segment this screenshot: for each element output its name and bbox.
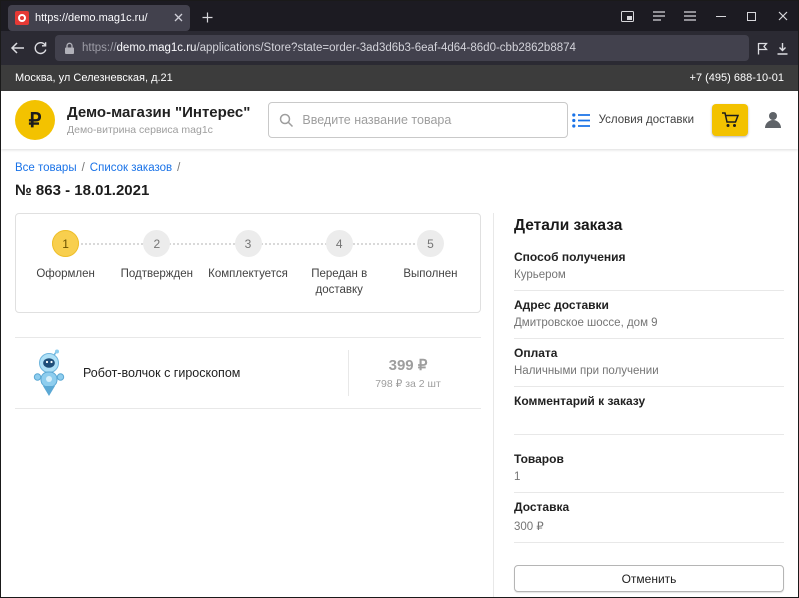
step-5-circle: 5 [416, 230, 444, 257]
delivery-terms-link[interactable]: Условия доставки [571, 112, 694, 128]
store-subtitle: Демо-витрина сервиса mag1c [67, 124, 213, 136]
back-button[interactable] [10, 41, 25, 55]
order-status-stepper: 1 Оформлен 2 Подтвержден 3 Комплектуется [20, 230, 476, 298]
detail-row-address: Адрес доставки Дмитровское шоссе, дом 9 [514, 291, 784, 339]
menu-icon[interactable] [674, 1, 705, 31]
bookmark-flag-icon[interactable] [757, 42, 768, 55]
new-tab-button[interactable] [194, 5, 220, 31]
close-button[interactable] [767, 1, 798, 31]
breadcrumb: Все товары / Список заказов / [15, 162, 181, 174]
order-status-card: 1 Оформлен 2 Подтвержден 3 Комплектуется [15, 213, 481, 314]
product-price-note: 798 ₽ за 2 шт [375, 378, 441, 391]
step-3-label: Комплектуется [208, 268, 288, 280]
step-5-label: Выполнен [403, 268, 458, 280]
url-text: https://demo.mag1c.ru/applications/Store… [82, 42, 576, 54]
breadcrumb-all-products[interactable]: Все товары [15, 162, 77, 174]
url-bar[interactable]: https://demo.mag1c.ru/applications/Store… [55, 35, 749, 61]
step-4-circle: 4 [325, 230, 353, 257]
order-main-column: 1 Оформлен 2 Подтвержден 3 Комплектуется [15, 213, 481, 597]
tab-title: https://demo.mag1c.ru/ [35, 11, 148, 24]
delivery-terms-label: Условия доставки [598, 114, 694, 126]
store-title: Демо-магазин "Интерес" [67, 104, 251, 121]
cancel-order-button[interactable]: Отменить [514, 565, 784, 592]
cart-button[interactable] [712, 104, 748, 136]
lock-icon [64, 42, 75, 55]
step-1: 1 Оформлен [20, 230, 111, 298]
search-icon [279, 113, 294, 128]
cart-icon [721, 111, 740, 129]
browser-titlebar: https://demo.mag1c.ru/ [1, 1, 798, 31]
browser-tab[interactable]: https://demo.mag1c.ru/ [8, 4, 190, 31]
account-button[interactable] [762, 109, 784, 131]
step-4-label: Передан в доставку [311, 268, 368, 296]
reload-button[interactable] [33, 41, 47, 55]
browser-window: https://demo.mag1c.ru/ https://demo.mag1… [0, 0, 799, 598]
detail-row-items-count: Товаров 1 [514, 445, 784, 493]
step-2-circle: 2 [143, 230, 171, 257]
price-box: 399 ₽ 798 ₽ за 2 шт [349, 356, 467, 390]
product-price: 399 ₽ [388, 357, 428, 375]
tab-close-icon[interactable] [174, 13, 183, 22]
order-item-row: Робот-волчок с гироскопом 399 ₽ 798 ₽ за… [15, 337, 481, 410]
download-icon[interactable] [776, 42, 789, 55]
order-totals: Товаров 1 Доставка 300 ₽ [514, 445, 784, 543]
maximize-button[interactable] [736, 1, 767, 31]
store-address: Москва, ул Селезневская, д.21 [15, 72, 173, 84]
product-image [29, 348, 69, 398]
delivery-list-icon [571, 112, 591, 128]
store-header: ₽ Демо-магазин "Интерес" Демо-витрина се… [1, 91, 798, 149]
detail-row-payment: Оплата Наличными при получении [514, 339, 784, 387]
step-1-label: Оформлен [36, 268, 95, 280]
pip-icon[interactable] [612, 1, 643, 31]
brand-text: Демо-магазин "Интерес" Демо-витрина серв… [67, 104, 250, 136]
store-logo[interactable]: ₽ [15, 100, 55, 140]
step-3: 3 Комплектуется [202, 230, 293, 298]
details-title: Детали заказа [514, 217, 623, 234]
order-details-panel: Детали заказа Способ получения Курьером … [493, 213, 784, 597]
product-name[interactable]: Робот-волчок с гироскопом [83, 366, 348, 380]
browser-navbar: https://demo.mag1c.ru/applications/Store… [1, 31, 798, 65]
tab-list-icon[interactable] [643, 1, 674, 31]
minimize-button[interactable] [705, 1, 736, 31]
detail-row-delivery-cost: Доставка 300 ₽ [514, 493, 784, 543]
step-5: 5 Выполнен [385, 230, 476, 298]
step-1-circle: 1 [52, 230, 80, 257]
search-input[interactable] [302, 113, 558, 127]
store-phone: +7 (495) 688-10-01 [689, 72, 784, 84]
step-2-label: Подтвержден [120, 268, 193, 280]
step-4: 4 Передан в доставку [294, 230, 385, 298]
detail-row-delivery-method: Способ получения Курьером [514, 243, 784, 291]
detail-row-comment: Комментарий к заказу [514, 387, 784, 435]
step-3-circle: 3 [234, 230, 262, 257]
breadcrumb-order-list[interactable]: Список заказов [90, 162, 172, 174]
step-2: 2 Подтвержден [111, 230, 202, 298]
site-favicon-icon [15, 10, 29, 25]
search-box [268, 102, 569, 138]
order-title: № 863 - 18.01.2021 [15, 182, 150, 199]
store-topbar: Москва, ул Селезневская, д.21 +7 (495) 6… [1, 65, 798, 91]
